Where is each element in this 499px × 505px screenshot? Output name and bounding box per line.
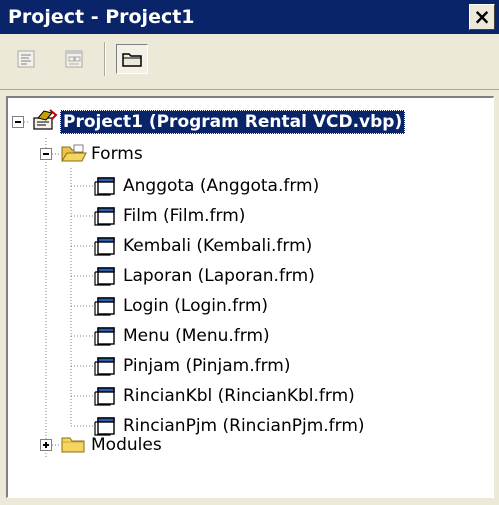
form-item-label: Login (Login.frm) bbox=[123, 296, 269, 316]
form-icon bbox=[94, 297, 115, 316]
form-icon bbox=[94, 387, 115, 406]
form-item-label: Laporan (Laporan.frm) bbox=[123, 266, 315, 286]
toolbar bbox=[0, 34, 499, 90]
form-icon bbox=[94, 357, 115, 376]
project-explorer-window: Project - Project1 × Project1 (Program R… bbox=[0, 0, 499, 505]
form-item-label: RincianKbl (RincianKbl.frm) bbox=[123, 386, 355, 406]
project-icon bbox=[33, 109, 58, 130]
modules-expand-toggle[interactable] bbox=[40, 439, 52, 451]
tree-item-form[interactable]: Menu (Menu.frm) bbox=[120, 323, 273, 349]
tree-item-form[interactable]: RincianPjm (RincianPjm.frm) bbox=[120, 413, 368, 439]
form-icon bbox=[94, 327, 115, 346]
form-icon bbox=[94, 237, 115, 256]
tree-item-form[interactable]: Pinjam (Pinjam.frm) bbox=[120, 353, 293, 379]
view-object-icon bbox=[65, 50, 83, 68]
form-icon bbox=[94, 207, 115, 226]
close-icon: × bbox=[473, 4, 491, 29]
view-code-icon bbox=[17, 50, 35, 68]
form-item-label: Pinjam (Pinjam.frm) bbox=[123, 356, 291, 376]
tree-node-project-root[interactable]: Project1 (Program Rental VCD.vbp) bbox=[60, 109, 406, 135]
form-item-label: Film (Film.frm) bbox=[123, 206, 246, 226]
form-item-label: Anggota (Anggota.frm) bbox=[123, 176, 320, 196]
project-root-label: Project1 (Program Rental VCD.vbp) bbox=[60, 110, 406, 134]
tree-item-form[interactable]: Anggota (Anggota.frm) bbox=[120, 173, 322, 199]
title-bar[interactable]: Project - Project1 × bbox=[0, 0, 499, 34]
tree-item-form[interactable]: Login (Login.frm) bbox=[120, 293, 271, 319]
form-item-label: Menu (Menu.frm) bbox=[123, 326, 270, 346]
open-folder-icon bbox=[61, 144, 87, 162]
view-object-button[interactable] bbox=[58, 44, 90, 74]
form-icon bbox=[94, 267, 115, 286]
forms-collapse-toggle[interactable] bbox=[40, 148, 52, 160]
form-item-label: RincianPjm (RincianPjm.frm) bbox=[123, 416, 365, 436]
tree-item-form[interactable]: Laporan (Laporan.frm) bbox=[120, 263, 318, 289]
tree-folder-forms[interactable]: Forms bbox=[88, 141, 146, 167]
form-item-label: Kembali (Kembali.frm) bbox=[123, 236, 313, 256]
folder-label: Forms bbox=[91, 144, 143, 164]
project-tree[interactable]: Project1 (Program Rental VCD.vbp) Forms … bbox=[6, 96, 494, 498]
tree-item-form[interactable]: RincianKbl (RincianKbl.frm) bbox=[120, 383, 358, 409]
tree-item-form[interactable]: Kembali (Kembali.frm) bbox=[120, 233, 315, 259]
closed-folder-icon bbox=[61, 437, 85, 453]
toolbar-separator bbox=[104, 42, 106, 76]
view-code-button[interactable] bbox=[10, 44, 42, 74]
tree-item-form[interactable]: Film (Film.frm) bbox=[120, 203, 248, 229]
root-collapse-toggle[interactable] bbox=[12, 116, 24, 128]
toggle-folders-button[interactable] bbox=[116, 44, 148, 74]
folder-icon bbox=[122, 53, 142, 67]
form-icon bbox=[94, 177, 115, 196]
form-icon bbox=[94, 417, 115, 436]
window-title: Project - Project1 bbox=[8, 6, 195, 28]
close-button[interactable]: × bbox=[469, 4, 495, 30]
